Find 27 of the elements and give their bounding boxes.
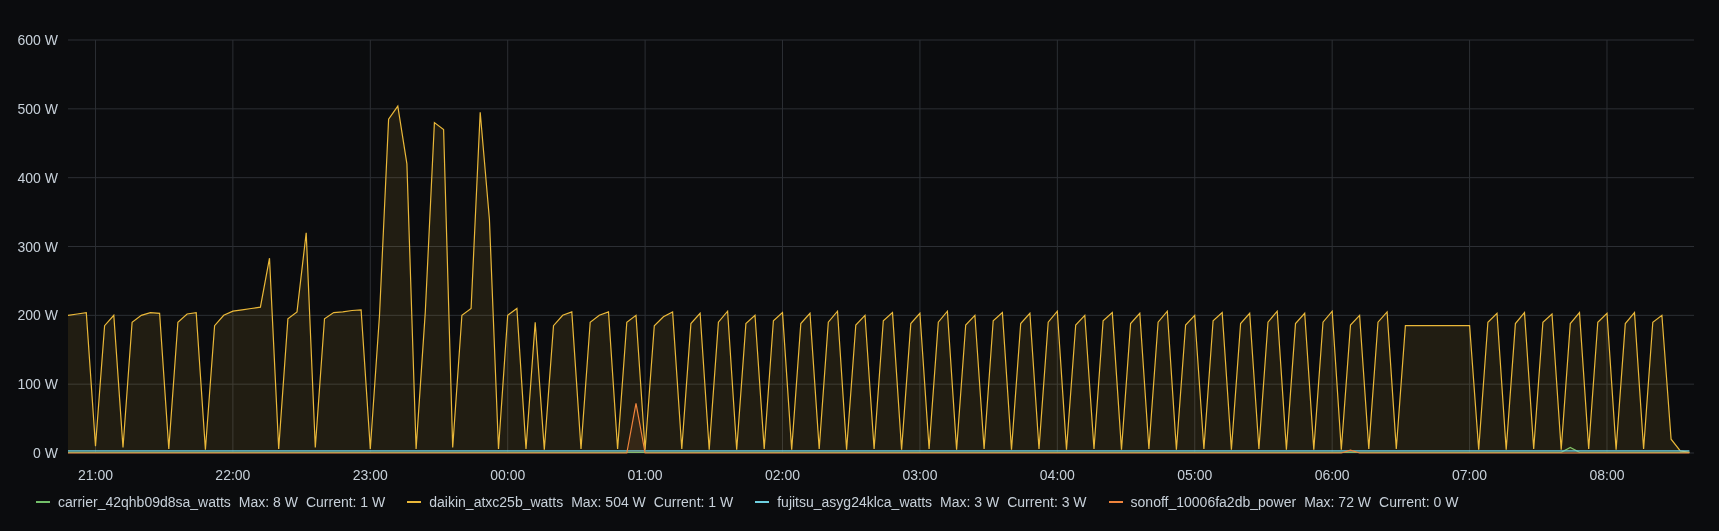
x-tick-label: 04:00: [1039, 467, 1075, 483]
x-tick-label: 08:00: [1589, 467, 1625, 483]
y-tick-label: 0 W: [33, 445, 58, 461]
y-tick-label: 500 W: [17, 100, 58, 117]
legend-max-value: Max: 3 W: [940, 494, 1000, 510]
x-tick-label: 21:00: [77, 467, 113, 483]
x-tick-label: 03:00: [902, 467, 938, 483]
legend-current-value: Current: 3 W: [1007, 494, 1087, 510]
legend-max-value: Max: 72 W: [1304, 494, 1372, 510]
legend-current-value: Current: 0 W: [1379, 494, 1459, 510]
legend-max-value: Max: 8 W: [238, 494, 298, 510]
legend-max-value: Max: 504 W: [571, 494, 646, 510]
x-tick-label: 22:00: [215, 467, 251, 483]
legend-current-value: Current: 1 W: [653, 494, 734, 510]
x-tick-label: 01:00: [627, 467, 663, 483]
x-tick-label: 02:00: [765, 467, 801, 483]
y-tick-label: 400 W: [17, 169, 58, 186]
y-tick-label: 600 W: [17, 32, 58, 48]
legend-current-value: Current: 1 W: [305, 494, 386, 510]
y-tick-label: 100 W: [17, 376, 58, 393]
x-tick-label: 07:00: [1452, 467, 1488, 483]
x-tick-label: 23:00: [352, 467, 388, 483]
y-tick-label: 300 W: [17, 238, 58, 255]
x-tick-label: 00:00: [490, 467, 526, 483]
x-tick-label: 06:00: [1314, 467, 1350, 483]
y-tick-label: 200 W: [17, 307, 58, 324]
x-tick-label: 05:00: [1177, 467, 1213, 483]
